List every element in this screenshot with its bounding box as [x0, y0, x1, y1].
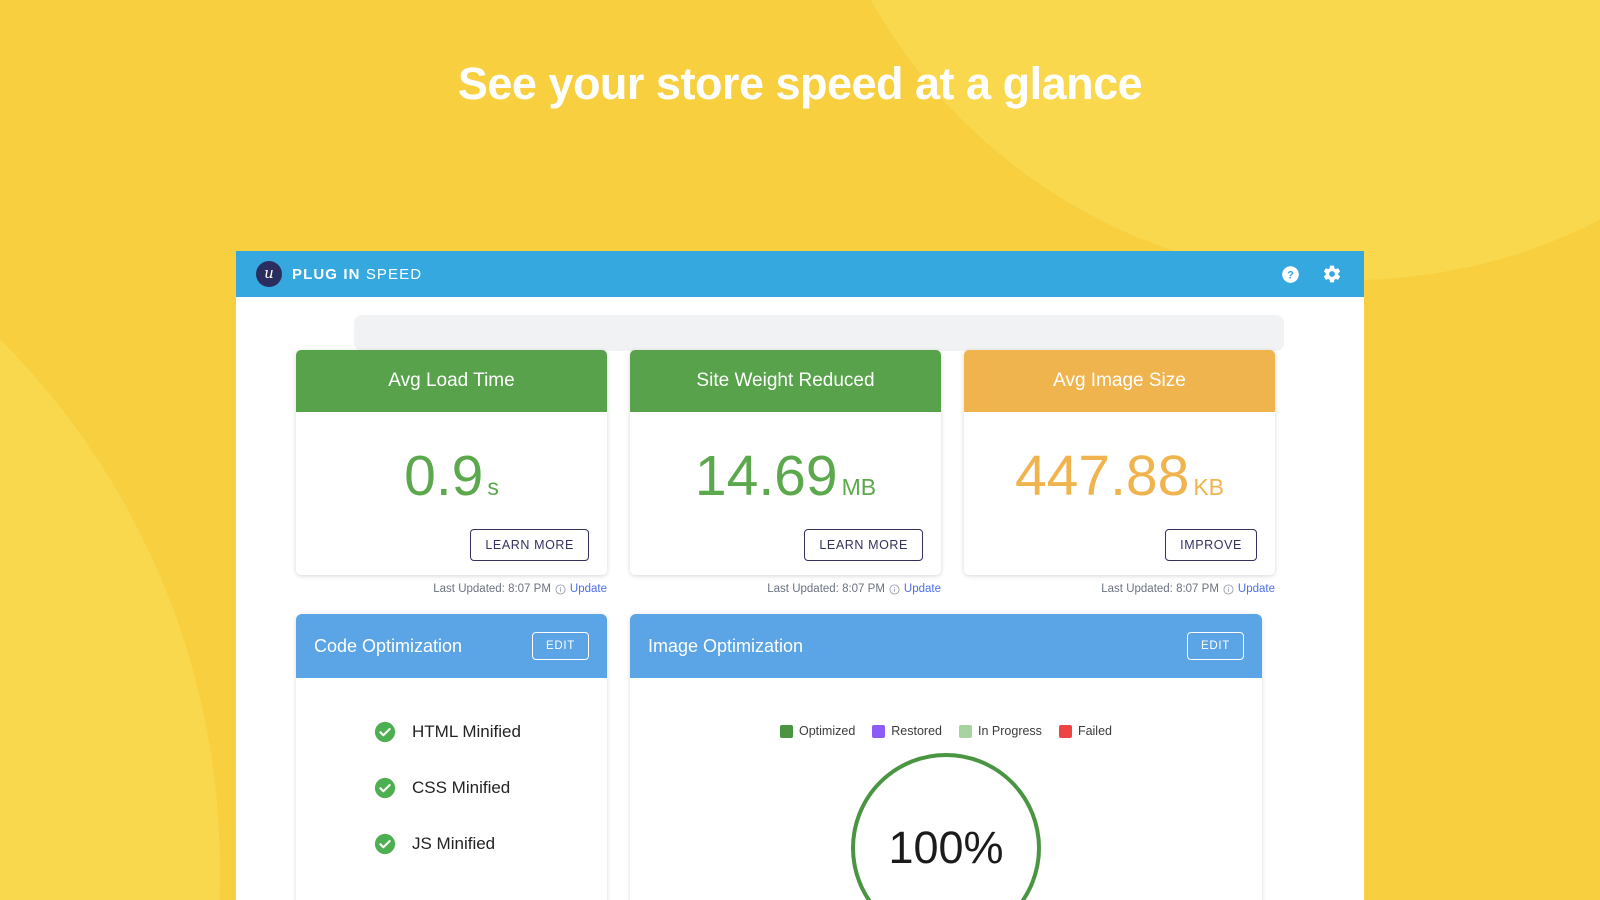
code-panel-title: Code Optimization [314, 636, 462, 657]
check-circle-icon [374, 777, 396, 799]
list-item-label: JS Minified [412, 834, 495, 854]
legend-item-restored[interactable]: Restored [872, 724, 942, 738]
check-circle-icon [374, 721, 396, 743]
code-panel-body: HTML Minified CSS Minified [296, 678, 607, 872]
page-headline: See your store speed at a glance [0, 58, 1600, 110]
header-actions: ? [1280, 264, 1342, 284]
image-panel-edit-button[interactable]: EDIT [1187, 632, 1244, 660]
list-item: HTML Minified [374, 704, 607, 760]
metric-card-avg-image-size: Avg Image Size 447.88KB IMPROVE Last Upd… [964, 350, 1275, 595]
legend-swatch-icon [959, 725, 972, 738]
metric-value-unit: s [487, 474, 499, 500]
improve-button[interactable]: IMPROVE [1165, 529, 1257, 561]
brand-logo[interactable]: u PLUG IN SPEED [256, 261, 422, 287]
metric-card-footer: Last Updated: 8:07 PM Update [630, 583, 941, 595]
brand-name-bold: PLUG IN [292, 266, 361, 283]
code-checklist: HTML Minified CSS Minified [296, 704, 607, 872]
image-panel-header: Image Optimization EDIT [630, 614, 1262, 678]
legend-item-optimized[interactable]: Optimized [780, 724, 855, 738]
metric-card-value: 14.69MB [630, 448, 941, 505]
list-item: CSS Minified [374, 760, 607, 816]
metric-card-title: Avg Image Size [964, 350, 1275, 412]
learn-more-button[interactable]: LEARN MORE [804, 529, 923, 561]
update-link[interactable]: Update [1238, 583, 1275, 595]
check-circle-icon [374, 833, 396, 855]
info-icon[interactable] [889, 584, 900, 595]
list-item-label: HTML Minified [412, 722, 521, 742]
svg-text:?: ? [1287, 269, 1294, 281]
learn-more-button[interactable]: LEARN MORE [470, 529, 589, 561]
legend-item-failed[interactable]: Failed [1059, 724, 1112, 738]
legend-swatch-icon [872, 725, 885, 738]
image-panel-title: Image Optimization [648, 636, 803, 657]
code-panel-edit-button[interactable]: EDIT [532, 632, 589, 660]
metric-card-value: 0.9s [296, 448, 607, 505]
panels-row: Code Optimization EDIT HTML Minified [296, 614, 1304, 900]
update-link[interactable]: Update [570, 583, 607, 595]
app-body: Avg Load Time 0.9s LEARN MORE Last Updat… [236, 297, 1364, 900]
metric-card-site-weight-reduced: Site Weight Reduced 14.69MB LEARN MORE L… [630, 350, 941, 595]
u-badge-icon: u [256, 261, 282, 287]
background-blob-right [800, 0, 1600, 280]
code-panel-header: Code Optimization EDIT [296, 614, 607, 678]
brand-name: PLUG IN SPEED [292, 266, 422, 283]
info-icon[interactable] [555, 584, 566, 595]
info-icon[interactable] [1223, 584, 1234, 595]
metric-value-number: 447.88 [1015, 444, 1189, 508]
metric-card-footer: Last Updated: 8:07 PM Update [964, 583, 1275, 595]
metric-card-footer: Last Updated: 8:07 PM Update [296, 583, 607, 595]
optimization-donut-chart: 100% [848, 750, 1044, 900]
legend-swatch-icon [1059, 725, 1072, 738]
app-header: u PLUG IN SPEED ? [236, 251, 1364, 297]
legend-label: Optimized [799, 724, 855, 738]
donut-center-label: 100% [848, 750, 1044, 900]
list-item-label: CSS Minified [412, 778, 510, 798]
last-updated-text: Last Updated: 8:07 PM [1101, 583, 1219, 595]
code-optimization-panel: Code Optimization EDIT HTML Minified [296, 614, 607, 900]
metric-value-unit: KB [1193, 474, 1224, 500]
legend-item-in-progress[interactable]: In Progress [959, 724, 1042, 738]
metric-card-value: 447.88KB [964, 448, 1275, 505]
last-updated-text: Last Updated: 8:07 PM [767, 583, 885, 595]
metric-card-title: Site Weight Reduced [630, 350, 941, 412]
metric-cards-row: Avg Load Time 0.9s LEARN MORE Last Updat… [296, 297, 1304, 595]
legend-label: Failed [1078, 724, 1112, 738]
metric-value-unit: MB [842, 474, 877, 500]
image-panel-body: Optimized Restored In Progress Fail [630, 678, 1262, 900]
metric-value-number: 14.69 [695, 444, 838, 508]
last-updated-text: Last Updated: 8:07 PM [433, 583, 551, 595]
background-blob-left [0, 120, 220, 900]
help-circle-icon[interactable]: ? [1280, 264, 1300, 284]
image-optimization-panel: Image Optimization EDIT Optimized Restor… [630, 614, 1262, 900]
metric-card-avg-load-time: Avg Load Time 0.9s LEARN MORE Last Updat… [296, 350, 607, 595]
brand-name-light: SPEED [366, 266, 422, 283]
metric-card-title: Avg Load Time [296, 350, 607, 412]
chart-legend: Optimized Restored In Progress Fail [630, 704, 1262, 738]
donut-chart-wrapper: 100% [630, 750, 1262, 900]
app-window: u PLUG IN SPEED ? [236, 251, 1364, 900]
legend-swatch-icon [780, 725, 793, 738]
metric-value-number: 0.9 [404, 444, 483, 508]
gear-icon[interactable] [1322, 264, 1342, 284]
legend-label: In Progress [978, 724, 1042, 738]
list-item: JS Minified [374, 816, 607, 872]
update-link[interactable]: Update [904, 583, 941, 595]
legend-label: Restored [891, 724, 942, 738]
